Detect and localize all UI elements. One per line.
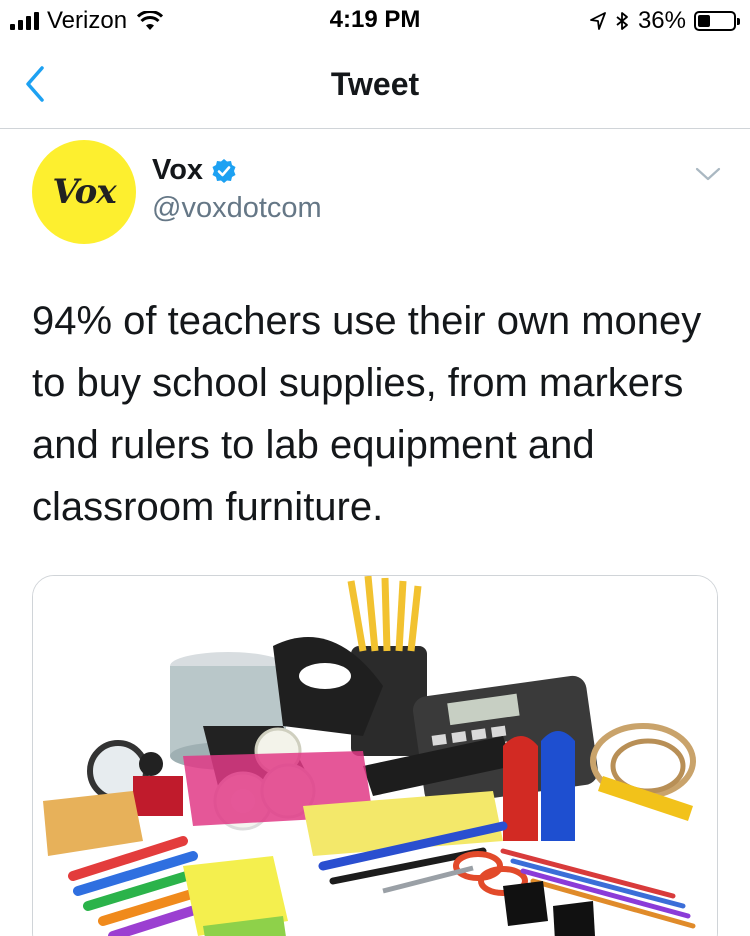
tweet-media-image[interactable] xyxy=(32,575,718,936)
status-bar: Verizon 4:19 PM 36% xyxy=(0,0,750,40)
avatar[interactable]: Vox xyxy=(32,140,136,244)
bluetooth-icon xyxy=(616,12,628,30)
page-title: Tweet xyxy=(330,66,420,102)
school-supplies-photo xyxy=(33,576,717,936)
verified-badge-icon xyxy=(212,158,236,183)
avatar-logo-text: Vox xyxy=(52,172,116,212)
author-name[interactable]: Vox xyxy=(152,154,203,187)
battery-percent: 36% xyxy=(637,7,686,34)
author-handle[interactable]: @voxdotcom xyxy=(152,192,322,225)
chevron-down-icon[interactable] xyxy=(694,164,722,184)
author-row: Vox xyxy=(152,154,237,187)
location-icon xyxy=(590,12,606,30)
battery-icon xyxy=(694,11,740,31)
tweet-text: 94% of teachers use their own money to b… xyxy=(32,299,702,529)
status-right: 36% xyxy=(590,7,740,35)
battery-fill xyxy=(698,15,711,27)
nav-bar: Tweet xyxy=(0,40,750,129)
